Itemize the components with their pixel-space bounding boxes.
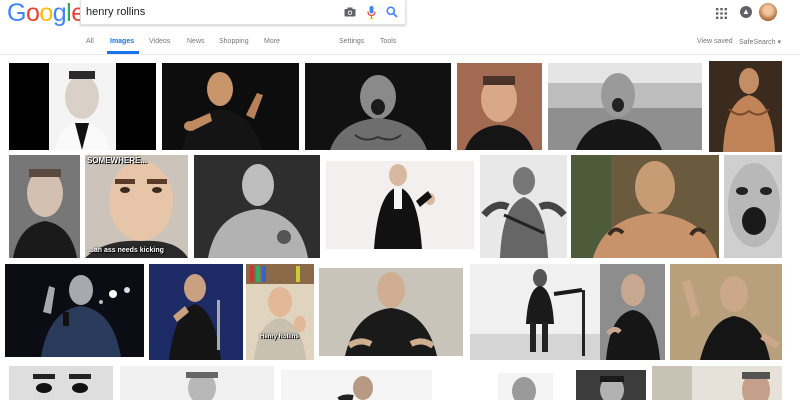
apps-grid-icon[interactable] [716,6,727,24]
tab-settings[interactable]: Settings [339,38,364,45]
image-result[interactable] [326,161,474,249]
search-box [80,0,406,25]
image-result[interactable] [194,155,320,258]
tab-tools[interactable]: Tools [380,38,396,45]
logo-letter: o [39,0,53,27]
tab-images[interactable]: Images [110,38,134,45]
image-result[interactable] [149,264,243,360]
image-result[interactable] [470,264,600,360]
image-caption: Henry Rollins [260,334,299,340]
image-result[interactable] [548,63,702,150]
image-result[interactable] [9,366,113,400]
image-result[interactable] [724,155,782,258]
image-result[interactable] [652,366,782,400]
google-logo[interactable]: Google [7,0,85,26]
search-icon[interactable] [384,4,400,20]
image-result[interactable] [5,264,144,357]
logo-letter: o [25,0,40,27]
top-bar: Google ▲ [0,0,800,30]
logo-letter: G [7,0,26,27]
tab-more[interactable]: More [264,38,280,45]
microphone-icon[interactable] [363,4,379,20]
image-result[interactable] [9,63,156,150]
notifications-icon[interactable]: ▲ [740,6,752,18]
image-result[interactable] [571,155,719,258]
image-result[interactable] [281,370,432,400]
meme-caption-top: SOMEWHERE... [87,156,148,165]
image-result[interactable] [457,63,542,150]
meme-caption-bottom: ...an ass needs kicking [88,247,164,254]
tab-news[interactable]: News [187,38,205,45]
tab-all[interactable]: All [86,38,94,45]
image-result[interactable] [305,63,451,150]
active-tab-indicator [107,51,139,54]
image-result[interactable]: SOMEWHERE... ...an ass needs kicking [85,155,188,258]
image-result[interactable] [670,264,782,360]
image-result[interactable]: Henry Rollins [246,264,314,360]
image-result[interactable] [600,264,665,360]
image-result[interactable] [120,366,274,400]
avatar[interactable] [759,3,777,21]
image-result[interactable] [9,155,80,258]
image-result[interactable] [498,373,553,400]
safesearch-menu[interactable]: SafeSearch ▾ [739,38,781,46]
image-result[interactable] [162,63,299,150]
tab-shopping[interactable]: Shopping [219,38,249,45]
image-result[interactable] [576,370,646,400]
image-result[interactable] [709,61,782,152]
image-result[interactable] [319,268,463,356]
search-tabs: All Images Videos News Shopping More Set… [0,30,800,55]
view-saved-link[interactable]: View saved [697,38,733,45]
tab-videos[interactable]: Videos [149,38,170,45]
search-input[interactable] [86,4,326,20]
image-result[interactable] [480,155,567,258]
logo-letter: g [52,0,67,27]
camera-icon[interactable] [342,4,358,20]
